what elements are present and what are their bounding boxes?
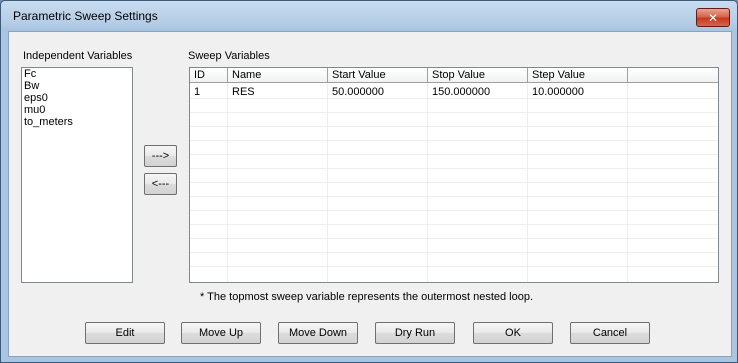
cell-start-value[interactable]: 50.000000 <box>328 85 428 99</box>
list-item[interactable]: Bw <box>22 80 132 92</box>
add-to-sweep-button[interactable]: ---> <box>144 145 177 167</box>
close-icon: ✕ <box>707 10 719 25</box>
column-header-name[interactable]: Name <box>228 68 328 83</box>
move-down-button[interactable]: Move Down <box>278 322 358 344</box>
list-item[interactable]: to_meters <box>22 116 132 128</box>
grid-line <box>190 196 718 197</box>
grid-line <box>190 266 718 267</box>
column-header-step-value[interactable]: Step Value <box>528 68 628 83</box>
dialog-body: Independent Variables Fc Bw eps0 mu0 to_… <box>8 31 732 357</box>
grid-line <box>190 224 718 225</box>
grid-line <box>190 210 718 211</box>
edit-button[interactable]: Edit <box>85 322 165 344</box>
remove-from-sweep-button[interactable]: <--- <box>144 173 177 195</box>
list-item[interactable]: mu0 <box>22 104 132 116</box>
window-title: Parametric Sweep Settings <box>13 9 158 23</box>
independent-variables-label: Independent Variables <box>23 50 133 62</box>
grid-line <box>190 238 718 239</box>
independent-variables-list[interactable]: Fc Bw eps0 mu0 to_meters <box>21 67 133 283</box>
grid-line <box>190 154 718 155</box>
grid-line <box>190 168 718 169</box>
grid-line <box>190 252 718 253</box>
cell-stop-value[interactable]: 150.000000 <box>428 85 528 99</box>
move-up-button[interactable]: Move Up <box>181 322 261 344</box>
column-header-start-value[interactable]: Start Value <box>328 68 428 83</box>
ok-button[interactable]: OK <box>473 322 553 344</box>
grid-line <box>190 182 718 183</box>
nesting-note: * The topmost sweep variable represents … <box>200 291 534 303</box>
sweep-variables-table[interactable]: ID Name Start Value Stop Value Step Valu… <box>189 67 719 283</box>
list-item[interactable]: eps0 <box>22 92 132 104</box>
cell-step-value[interactable]: 10.000000 <box>528 85 628 99</box>
cancel-button[interactable]: Cancel <box>570 322 650 344</box>
column-header-filler <box>628 68 718 83</box>
close-button[interactable]: ✕ <box>696 8 730 27</box>
grid-line <box>190 126 718 127</box>
list-item[interactable]: Fc <box>22 68 132 80</box>
grid-line <box>190 112 718 113</box>
dry-run-button[interactable]: Dry Run <box>375 322 455 344</box>
column-header-stop-value[interactable]: Stop Value <box>428 68 528 83</box>
cell-name[interactable]: RES <box>228 85 328 99</box>
sweep-variables-label: Sweep Variables <box>188 50 270 62</box>
grid-line <box>190 140 718 141</box>
title-bar[interactable]: Parametric Sweep Settings ✕ <box>1 1 737 31</box>
cell-id[interactable]: 1 <box>190 85 228 99</box>
dialog-window: Parametric Sweep Settings ✕ Independent … <box>0 0 738 363</box>
column-header-id[interactable]: ID <box>190 68 228 83</box>
